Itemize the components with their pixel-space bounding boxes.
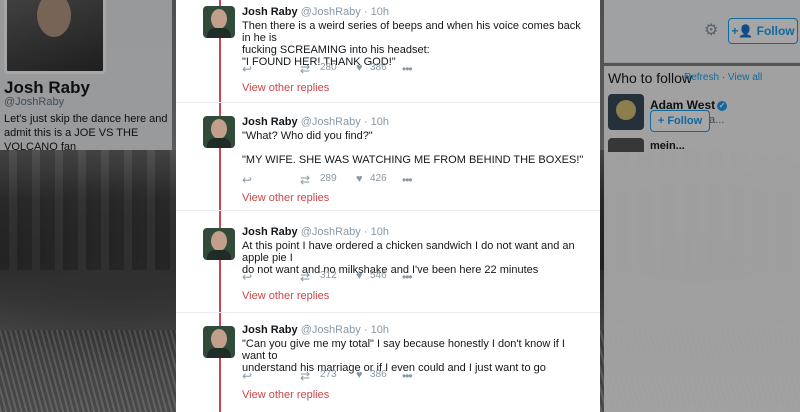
reply-icon[interactable]: ↩	[242, 369, 252, 383]
tweet-header: Josh Raby @JoshRaby · 10h	[242, 324, 389, 336]
tweet[interactable]: Josh Raby @JoshRaby · 10h "What? Who did…	[176, 110, 600, 211]
tweet-timestamp[interactable]: 10h	[371, 324, 389, 336]
conversation-modal: Josh Raby @JoshRaby · 10h Then there is …	[176, 0, 600, 412]
more-icon[interactable]: •••	[402, 62, 413, 76]
tweet-header: Josh Raby @JoshRaby · 10h	[242, 6, 389, 18]
like-count: 426	[370, 173, 387, 184]
tweet-avatar[interactable]	[203, 228, 235, 260]
view-other-replies-link[interactable]: View other replies	[242, 192, 329, 204]
tweet-avatar[interactable]	[203, 116, 235, 148]
tweet-text: Then there is a weird series of beeps an…	[242, 20, 581, 68]
tweet-author-handle[interactable]: @JoshRaby	[301, 6, 361, 18]
heart-icon[interactable]: ♥	[356, 173, 363, 185]
retweet-count: 280	[320, 62, 337, 73]
tweet-author-handle[interactable]: @JoshRaby	[301, 226, 361, 238]
tweet-text: "Can you give me my total" I say because…	[242, 338, 565, 374]
view-other-replies-link[interactable]: View other replies	[242, 290, 329, 302]
tweet-author-name[interactable]: Josh Raby	[242, 6, 298, 18]
tweet-timestamp[interactable]: 10h	[371, 6, 389, 18]
tweet-header: Josh Raby @JoshRaby · 10h	[242, 226, 389, 238]
tweet[interactable]: Josh Raby @JoshRaby · 10h At this point …	[176, 220, 600, 313]
like-count: 386	[370, 369, 387, 380]
heart-icon[interactable]: ♥	[356, 369, 363, 381]
tweet-text: "What? Who did you find?" "MY WIFE. SHE …	[242, 130, 584, 166]
tweet-author-name[interactable]: Josh Raby	[242, 226, 298, 238]
tweet-avatar[interactable]	[203, 6, 235, 38]
heart-icon[interactable]: ♥	[356, 62, 363, 74]
retweet-icon[interactable]: ⇄	[300, 173, 310, 187]
tweet-separator: ·	[363, 226, 368, 238]
retweet-count: 273	[320, 369, 337, 380]
tweet[interactable]: Josh Raby @JoshRaby · 10h Then there is …	[176, 0, 600, 103]
tweet-header: Josh Raby @JoshRaby · 10h	[242, 116, 389, 128]
retweet-count: 312	[320, 270, 337, 281]
reply-icon[interactable]: ↩	[242, 62, 252, 76]
tweet-author-handle[interactable]: @JoshRaby	[301, 116, 361, 128]
heart-icon[interactable]: ♥	[356, 270, 363, 282]
view-other-replies-link[interactable]: View other replies	[242, 82, 329, 94]
retweet-count: 289	[320, 173, 337, 184]
like-count: 386	[370, 62, 387, 73]
tweet-separator: ·	[363, 324, 368, 336]
tweet-author-handle[interactable]: @JoshRaby	[301, 324, 361, 336]
reply-icon[interactable]: ↩	[242, 173, 252, 187]
view-other-replies-link[interactable]: View other replies	[242, 389, 329, 401]
tweet-text: At this point I have ordered a chicken s…	[242, 240, 575, 276]
like-count: 546	[370, 270, 387, 281]
tweet-author-name[interactable]: Josh Raby	[242, 116, 298, 128]
retweet-icon[interactable]: ⇄	[300, 62, 310, 76]
retweet-icon[interactable]: ⇄	[300, 270, 310, 284]
tweet-separator: ·	[363, 6, 368, 18]
tweet-separator: ·	[363, 116, 368, 128]
tweet-timestamp[interactable]: 10h	[371, 226, 389, 238]
reply-icon[interactable]: ↩	[242, 270, 252, 284]
more-icon[interactable]: •••	[402, 369, 413, 383]
more-icon[interactable]: •••	[402, 270, 413, 284]
tweet-timestamp[interactable]: 10h	[371, 116, 389, 128]
tweet-author-name[interactable]: Josh Raby	[242, 324, 298, 336]
retweet-icon[interactable]: ⇄	[300, 369, 310, 383]
tweet[interactable]: Josh Raby @JoshRaby · 10h "Can you give …	[176, 318, 600, 412]
more-icon[interactable]: •••	[402, 173, 413, 187]
tweet-avatar[interactable]	[203, 326, 235, 358]
